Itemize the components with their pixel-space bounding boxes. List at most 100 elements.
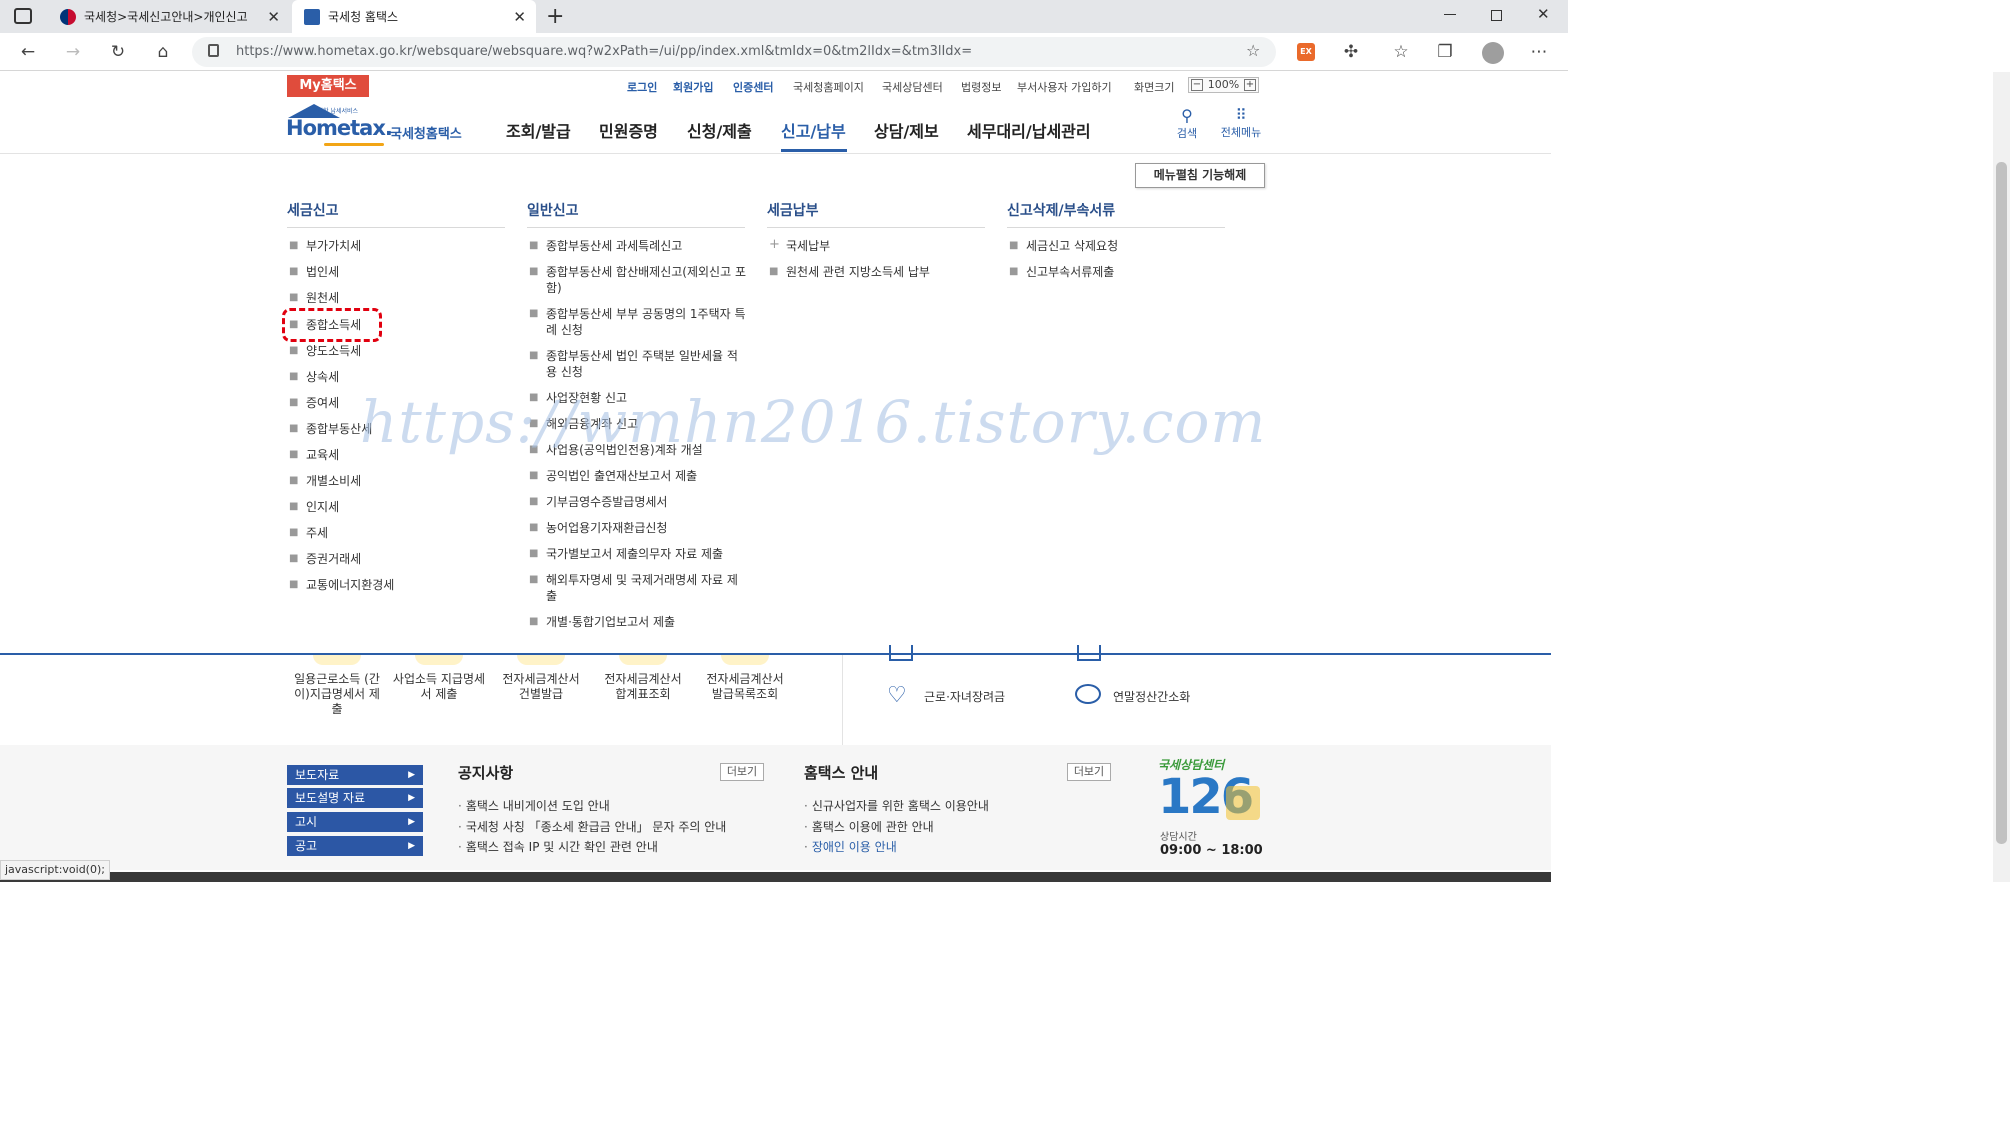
quick-einvoice-summary[interactable]: 전자세금계산서 합계표조회 xyxy=(599,672,687,702)
menu-col-tax-payment-title[interactable]: 세금납부 xyxy=(767,200,819,220)
menu-col-general-report-title[interactable]: 일반신고 xyxy=(527,200,579,220)
favorites-icon[interactable]: ☆ xyxy=(1390,42,1412,62)
menu-item-securities-tax[interactable]: ■ 증권거래세 xyxy=(289,551,361,567)
menu-item-donation-receipt[interactable]: ■ 기부금영수증발급명세서 xyxy=(529,494,746,510)
quick-business-income[interactable]: 사업소득 지급명세서 제출 xyxy=(390,672,488,702)
close-icon[interactable]: ✕ xyxy=(513,8,526,26)
window-close-icon[interactable]: ✕ xyxy=(1537,5,1550,23)
quick-daily-wage[interactable]: 일용근로소득 (간이)지급명세서 제출 xyxy=(292,672,382,717)
profile-avatar[interactable] xyxy=(1482,42,1504,64)
more-menu-icon[interactable]: ⋯ xyxy=(1528,42,1550,62)
quick-icon-5 xyxy=(721,655,769,665)
signup-link[interactable]: 회원가입 xyxy=(673,79,713,95)
notice-more-button[interactable]: 더보기 xyxy=(720,763,764,781)
notice-item[interactable]: 홈택스 내비게이션 도입 안내 xyxy=(458,797,610,814)
menu-item-local-income-tax[interactable]: ■ 원천세 관련 지방소득세 납부 xyxy=(769,264,930,280)
menu-item-attach-docs[interactable]: ■ 신고부속서류제출 xyxy=(1009,264,1114,280)
tab-title: 국세청 홈택스 xyxy=(328,10,399,24)
scroll-thumb[interactable] xyxy=(1996,162,2007,844)
tab-actions-icon[interactable] xyxy=(14,8,32,24)
menu-item-farm-refund[interactable]: ■ 농어업용기자재환급신청 xyxy=(529,520,746,536)
collections-icon[interactable]: ❐ xyxy=(1434,42,1456,62)
browser-toolbar: https://www.hometax.go.kr/websquare/webs… xyxy=(0,33,1568,71)
extensions-icon[interactable]: ✣ xyxy=(1340,42,1362,62)
page-scrollbar[interactable] xyxy=(1993,72,2010,882)
menu-col-tax-report-title[interactable]: 세금신고 xyxy=(287,200,339,220)
menu-item-public-interest[interactable]: ■ 공익법인 출연재산보고서 제출 xyxy=(529,468,746,484)
tab-hometax[interactable]: 국세청 홈택스 ✕ xyxy=(292,0,536,33)
guide-more-button[interactable]: 더보기 xyxy=(1067,763,1111,781)
notice-item[interactable]: 홈택스 접속 IP 및 시간 확인 관련 안내 xyxy=(458,838,658,855)
menu-item-national-tax-payment[interactable]: + 국세납부 xyxy=(769,237,830,254)
counsel-center-banner[interactable]: 국세상담센터 126 상담시간 09:00 ~ 18:00 xyxy=(1156,756,1268,862)
menu-item-excise-tax[interactable]: ■ 개별소비세 xyxy=(289,473,361,489)
menu-item-delete-request[interactable]: ■ 세금신고 삭제요청 xyxy=(1009,238,1118,254)
notice-item[interactable]: 국세청 사칭 「종소세 환급금 안내」 문자 주의 안내 xyxy=(458,818,726,835)
notice-gosi-button[interactable]: 고시 ▶ xyxy=(287,812,423,832)
menu-item-inheritance-tax[interactable]: ■ 상속세 xyxy=(289,369,339,385)
gnb-tax-agent[interactable]: 세무대리/납세관리 xyxy=(967,118,1091,142)
close-icon[interactable]: ✕ xyxy=(267,8,280,26)
quick-einvoice-list[interactable]: 전자세금계산서 발급목록조회 xyxy=(701,672,789,702)
minimize-icon[interactable] xyxy=(1444,14,1456,15)
menu-item-property-corporate[interactable]: ■ 종합부동산세 법인 주택분 일반세율 적용 신청 xyxy=(529,348,746,380)
quick-einvoice-issue[interactable]: 전자세금계산서 건별발급 xyxy=(497,672,585,702)
guide-item[interactable]: 신규사업자를 위한 홈택스 이용안내 xyxy=(804,797,989,814)
address-bar[interactable]: https://www.hometax.go.kr/websquare/webs… xyxy=(192,37,1276,67)
menu-item-transfer-tax[interactable]: ■ 양도소득세 xyxy=(289,343,361,359)
menu-item-withholding-tax[interactable]: ■ 원천세 xyxy=(289,290,339,306)
login-link[interactable]: 로그인 xyxy=(627,79,657,95)
nts-homepage-link[interactable]: 국세청홈페이지 xyxy=(793,79,864,95)
my-hometax-button[interactable]: My홈택스 xyxy=(287,75,369,97)
menu-item-property-exclusion[interactable]: ■ 종합부동산세 합산배제신고(제외신고 포함) xyxy=(529,264,746,296)
menu-item-country-report[interactable]: ■ 국가별보고서 제출의무자 자료 제출 xyxy=(529,546,746,562)
logo-swoosh xyxy=(324,143,384,146)
menu-item-overseas-investment[interactable]: ■ 해외투자명세 및 국제거래명세 자료 제출 xyxy=(529,572,746,604)
all-menu-button[interactable]: ⠿ 전체메뉴 xyxy=(1214,106,1268,140)
menu-item-vat[interactable]: ■ 부가가치세 xyxy=(289,238,361,254)
extension-ex-icon[interactable]: EX xyxy=(1297,43,1315,61)
search-button[interactable]: ⚲ 검색 xyxy=(1170,106,1204,141)
nts-counsel-link[interactable]: 국세상담센터 xyxy=(882,79,943,95)
law-info-link[interactable]: 법령정보 xyxy=(961,79,1001,95)
menu-item-liquor-tax[interactable]: ■ 주세 xyxy=(289,525,328,541)
guide-item[interactable]: 홈택스 이용에 관한 안내 xyxy=(804,818,934,835)
search-document-icon xyxy=(1075,684,1101,704)
tab-nts-guide[interactable]: 국세청>국세신고안내>개인신고 ✕ xyxy=(50,0,290,33)
zoom-in-button[interactable]: + xyxy=(1244,79,1256,91)
restore-icon[interactable] xyxy=(1491,10,1502,21)
menu-item-property-couple[interactable]: ■ 종합부동산세 부부 공동명의 1주택자 특례 신청 xyxy=(529,306,746,338)
guide-item-accessibility[interactable]: 장애인 이용 안내 xyxy=(804,838,897,855)
quick-icon-2 xyxy=(415,655,463,665)
favorite-add-icon[interactable]: ☆ xyxy=(1246,41,1260,60)
menu-item-corporate-tax[interactable]: ■ 법인세 xyxy=(289,264,339,280)
menu-expand-toggle-button[interactable]: 메뉴펼침 기능해제 xyxy=(1135,163,1265,188)
forward-icon[interactable]: → xyxy=(62,42,84,62)
menu-col-delete-attach-title[interactable]: 신고삭제/부속서류 xyxy=(1007,200,1115,220)
public-notice-button[interactable]: 공고 ▶ xyxy=(287,836,423,856)
gnb-apply[interactable]: 신청/제출 xyxy=(687,118,752,142)
gnb-inquiry[interactable]: 조회/발급 xyxy=(506,118,571,142)
menu-item-gift-tax[interactable]: ■ 증여세 xyxy=(289,395,339,411)
gnb-report-pay[interactable]: 신고/납부 xyxy=(781,118,846,142)
menu-item-energy-tax[interactable]: ■ 교통에너지환경세 xyxy=(289,577,394,593)
gnb-counsel[interactable]: 상담/제보 xyxy=(874,118,939,142)
home-icon[interactable]: ⌂ xyxy=(152,42,174,62)
hometax-logo[interactable]: 편리한 납세서비스 Hometax. 국세청홈택스 xyxy=(284,104,474,150)
back-icon[interactable]: ← xyxy=(17,42,39,62)
document-icon xyxy=(1077,645,1101,661)
press-release-button[interactable]: 보도자료 ▶ xyxy=(287,765,423,785)
menu-item-company-report[interactable]: ■ 개별·통합기업보고서 제출 xyxy=(529,614,746,630)
quick-earned-income-credit[interactable]: 근로·자녀장려금 xyxy=(924,688,1005,705)
cert-center-link[interactable]: 인증센터 xyxy=(733,79,773,95)
dept-user-join-link[interactable]: 부서사용자 가입하기 xyxy=(1017,79,1112,95)
menu-item-property-special[interactable]: ■ 종합부동산세 과세특례신고 xyxy=(529,238,746,254)
press-explain-button[interactable]: 보도설명 자료 ▶ xyxy=(287,788,423,808)
quick-year-end-settlement[interactable]: 연말정산간소화 xyxy=(1113,688,1190,705)
zoom-out-button[interactable]: − xyxy=(1191,79,1203,91)
menu-item-education-tax[interactable]: ■ 교육세 xyxy=(289,447,339,463)
refresh-icon[interactable]: ↻ xyxy=(107,42,129,62)
new-tab-icon[interactable]: + xyxy=(546,4,564,29)
menu-item-stamp-tax[interactable]: ■ 인지세 xyxy=(289,499,339,515)
gnb-certificate[interactable]: 민원증명 xyxy=(599,118,658,142)
